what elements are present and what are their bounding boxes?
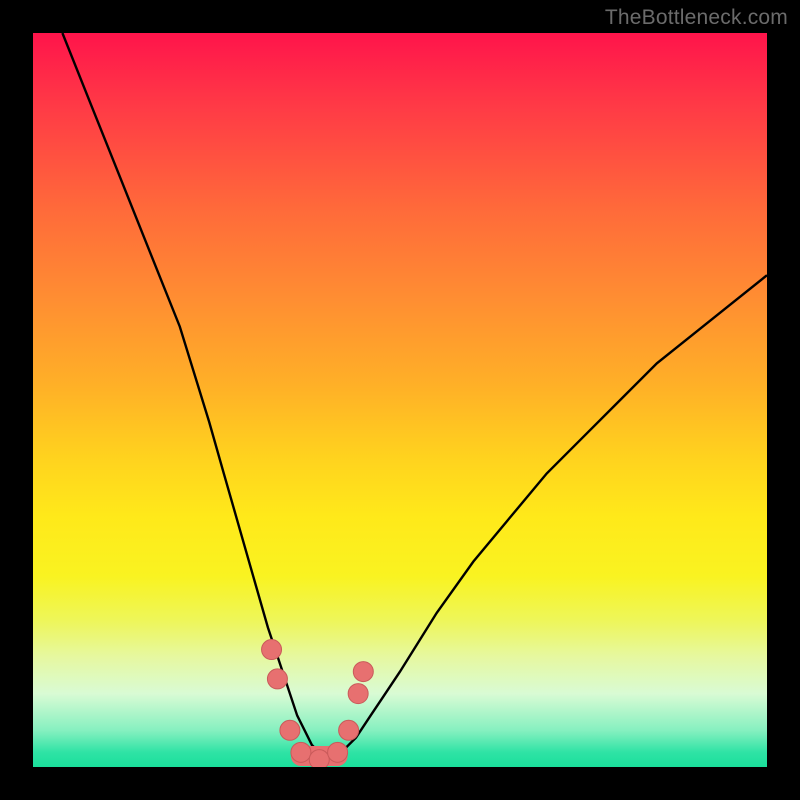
curve-marker [348, 684, 368, 704]
curve-marker [262, 640, 282, 660]
curve-marker [309, 750, 329, 767]
curve-marker [353, 662, 373, 682]
curve-marker [291, 742, 311, 762]
watermark-text: TheBottleneck.com [605, 6, 788, 30]
bottleneck-curve [62, 33, 767, 760]
curve-marker [328, 742, 348, 762]
curve-marker [280, 720, 300, 740]
curve-marker [339, 720, 359, 740]
plot-area [33, 33, 767, 767]
curve-marker [267, 669, 287, 689]
plot-svg [33, 33, 767, 767]
